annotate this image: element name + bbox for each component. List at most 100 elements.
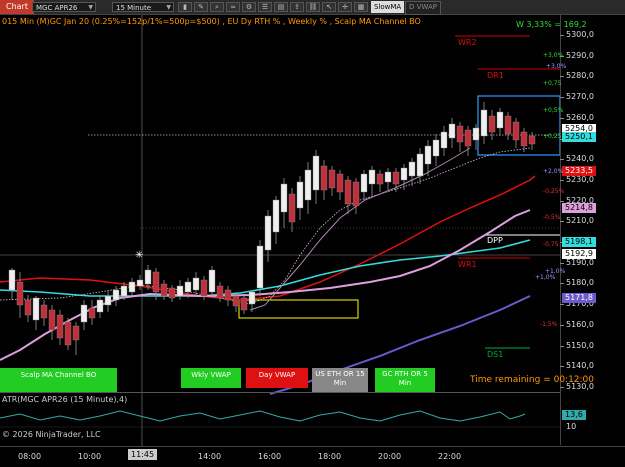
price-axis-label: 5140,0 <box>566 361 594 371</box>
candle-body <box>520 131 528 147</box>
candle-body <box>200 279 208 297</box>
price-tag-white: 5192,9 <box>562 249 596 259</box>
pct-label: +0,25 <box>543 133 562 140</box>
candle-body <box>456 125 464 143</box>
pct-label: +0,5% <box>543 107 564 114</box>
price-axis-tick <box>560 179 564 181</box>
candle-body <box>496 111 504 129</box>
candle-body <box>256 245 264 289</box>
price-axis-label: 5300,0 <box>566 30 594 39</box>
price-axis-label: 5280,0 <box>566 71 594 81</box>
pct-label: +3,0% <box>546 63 567 70</box>
wr2-label: WR2 <box>458 38 477 47</box>
candle-body <box>504 115 512 135</box>
candle-body <box>16 281 24 306</box>
candle-body <box>320 165 328 191</box>
price-axis-tick <box>560 262 564 264</box>
wr1-label: WR1 <box>458 260 477 269</box>
price-axis-label: 5160,0 <box>566 319 594 329</box>
copyright: © 2026 NinjaTrader, LLC <box>2 430 101 439</box>
candle-body <box>288 193 296 223</box>
price-axis-tick <box>560 283 564 285</box>
candle-body <box>512 121 520 141</box>
time-label: 08:00 <box>18 452 42 461</box>
candle-body <box>328 169 336 189</box>
candle-body <box>416 153 424 177</box>
price-axis-tick <box>560 304 564 306</box>
ds1-label: DS1 <box>487 350 504 359</box>
price-axis-tick <box>560 159 564 161</box>
price-axis-tick <box>560 35 564 36</box>
candle-body <box>32 297 40 321</box>
candle-body <box>240 297 248 311</box>
price-axis-label: 5270,0 <box>566 92 594 102</box>
candle-body <box>48 309 56 331</box>
price-axis-tick <box>560 324 564 326</box>
candle-body <box>248 291 256 305</box>
candle-body <box>104 295 112 306</box>
candle-body <box>344 179 352 205</box>
candle-body <box>384 171 392 183</box>
crosshair-center: ✳ <box>135 250 143 261</box>
atr-line <box>0 410 526 422</box>
time-label: 10:00 <box>78 452 102 461</box>
candle-body <box>216 285 224 299</box>
price-axis-label: 5180,0 <box>566 278 594 288</box>
candle-body <box>480 109 488 137</box>
candle-body <box>8 269 16 291</box>
price-axis-tick <box>560 386 564 388</box>
price-tag-blue-ma: 5171,8 <box>562 293 596 303</box>
pct-label: +2,0% <box>543 168 564 175</box>
price-axis-label: 5290,0 <box>566 50 594 60</box>
time-label: 18:00 <box>318 452 342 461</box>
candle-body <box>80 304 88 323</box>
candlestick-series <box>8 102 536 355</box>
candle-body <box>272 199 280 233</box>
pct-label: -1,5% <box>540 321 558 328</box>
scalp-channel-label: Scalp MA Channel BO <box>20 371 97 379</box>
price-tag-last: 5250,1 <box>562 132 596 142</box>
price-axis-tick <box>560 97 564 99</box>
time-axis[interactable]: 08:00 10:00 11:45 14:00 16:00 18:00 20:0… <box>0 446 625 467</box>
candle-body <box>400 167 408 181</box>
candle-body <box>208 269 216 293</box>
candle-body <box>408 161 416 177</box>
price-axis-label: 5210,0 <box>566 216 594 226</box>
candle-body <box>24 299 32 316</box>
candle-body <box>368 169 376 185</box>
candle-body <box>448 123 456 139</box>
candle-body <box>40 304 48 319</box>
candle-body <box>440 131 448 149</box>
candle-body <box>432 139 440 157</box>
price-tag-atr: 13,6 <box>562 410 586 420</box>
candle-body <box>232 295 240 307</box>
pct-label: +3,0% <box>543 52 564 59</box>
price-tag-pink-ma: 5214,8 <box>562 203 596 213</box>
candle-body <box>224 289 232 301</box>
time-label: 14:00 <box>198 452 222 461</box>
dr1-label: DR1 <box>487 71 504 80</box>
pct-label: -0,5% <box>543 214 561 221</box>
price-axis-tick <box>560 200 564 202</box>
candle-body <box>352 181 360 207</box>
candle-body <box>472 127 480 141</box>
panel-separator <box>0 392 560 393</box>
pct-label: +1,0% <box>535 274 556 281</box>
pct-label: -0,25% <box>543 188 565 195</box>
candle-body <box>160 283 168 297</box>
pct-label: -0,75 <box>543 241 559 248</box>
candle-body <box>336 173 344 193</box>
candle-body <box>64 321 72 346</box>
candle-body <box>88 307 96 319</box>
price-axis-tick <box>560 76 564 78</box>
opening-range-box <box>238 299 359 319</box>
time-label: 20:00 <box>378 452 402 461</box>
candle-body <box>176 285 184 297</box>
candle-body <box>192 277 200 291</box>
candle-body <box>392 171 400 185</box>
candle-body <box>464 129 472 147</box>
atr-axis-label: 10 <box>566 422 577 431</box>
time-label: 22:00 <box>438 452 462 461</box>
price-axis-label: 5240,0 <box>566 154 594 164</box>
candle-body <box>264 215 272 251</box>
